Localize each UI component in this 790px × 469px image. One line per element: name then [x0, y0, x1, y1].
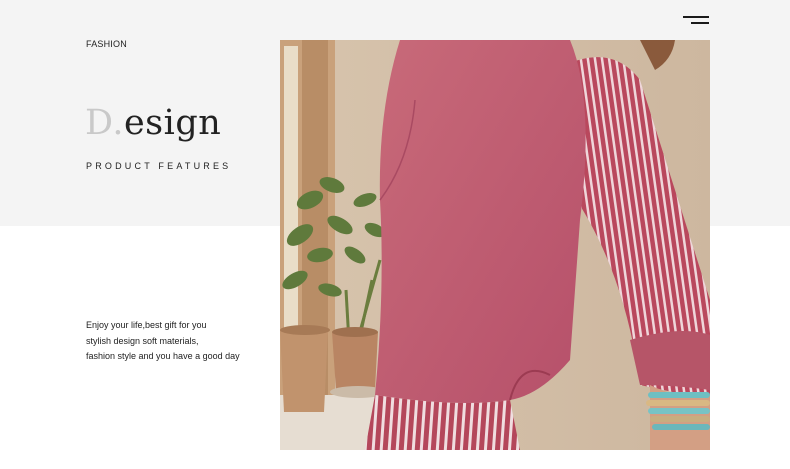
- page-title: D.esign: [85, 106, 221, 141]
- category-tag: FASHION: [86, 39, 127, 49]
- description-line: stylish design soft materials,: [86, 335, 199, 346]
- description: Enjoy your life,best gift for you stylis…: [86, 318, 276, 365]
- hamburger-menu-icon[interactable]: [683, 15, 709, 27]
- title-rest: esign: [123, 103, 222, 143]
- description-line: fashion style and you have a good day: [86, 351, 240, 361]
- title-initial: D.: [85, 103, 124, 143]
- page-subtitle: PRODUCT FEATURES: [86, 161, 232, 171]
- description-line: Enjoy your life,best gift for you: [86, 320, 207, 330]
- product-photo: [280, 40, 710, 450]
